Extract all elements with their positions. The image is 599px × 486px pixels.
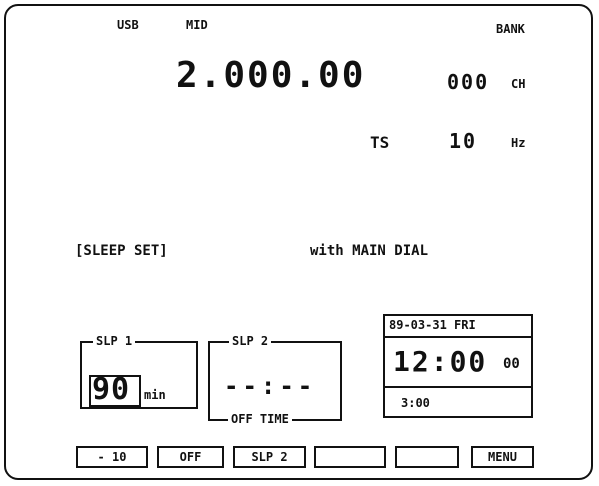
agc-indicator: MID: [186, 18, 208, 32]
slp1-minutes: 90: [92, 372, 131, 407]
slp2-sublabel: OFF TIME: [228, 412, 292, 426]
clock-date: 89-03-31 FRI: [389, 318, 476, 332]
main-dial-hint: with MAIN DIAL: [310, 243, 429, 259]
clock-divider-bottom: [383, 386, 533, 388]
mode-indicator: USB: [117, 18, 139, 32]
softkey-blank-2[interactable]: [395, 446, 459, 468]
tuning-step-unit: Hz: [511, 136, 526, 150]
softkey-slp2[interactable]: SLP 2: [233, 446, 306, 468]
clock-divider-top: [383, 336, 533, 338]
slp1-label: SLP 1: [93, 334, 136, 348]
channel-unit: CH: [511, 77, 526, 91]
frequency-readout: 2.000.00: [176, 55, 366, 96]
channel-number: 000: [447, 70, 490, 94]
softkey-off[interactable]: OFF: [157, 446, 224, 468]
tuning-step-value: 10: [449, 129, 478, 153]
bank-indicator: BANK: [496, 22, 525, 36]
clock-time: 12:00: [393, 345, 488, 378]
slp1-unit: min: [144, 388, 166, 402]
softkey-menu[interactable]: MENU: [471, 446, 534, 468]
clock-sub-time: 3:00: [401, 396, 430, 410]
softkey-blank-1[interactable]: [314, 446, 386, 468]
clock-seconds: 00: [503, 356, 520, 372]
slp2-off-time: --:--: [224, 372, 317, 400]
sleep-set-title: [SLEEP SET]: [75, 243, 168, 259]
softkey-minus-10[interactable]: - 10: [76, 446, 148, 468]
slp2-label: SLP 2: [229, 334, 272, 348]
tuning-step-label: TS: [370, 133, 390, 152]
